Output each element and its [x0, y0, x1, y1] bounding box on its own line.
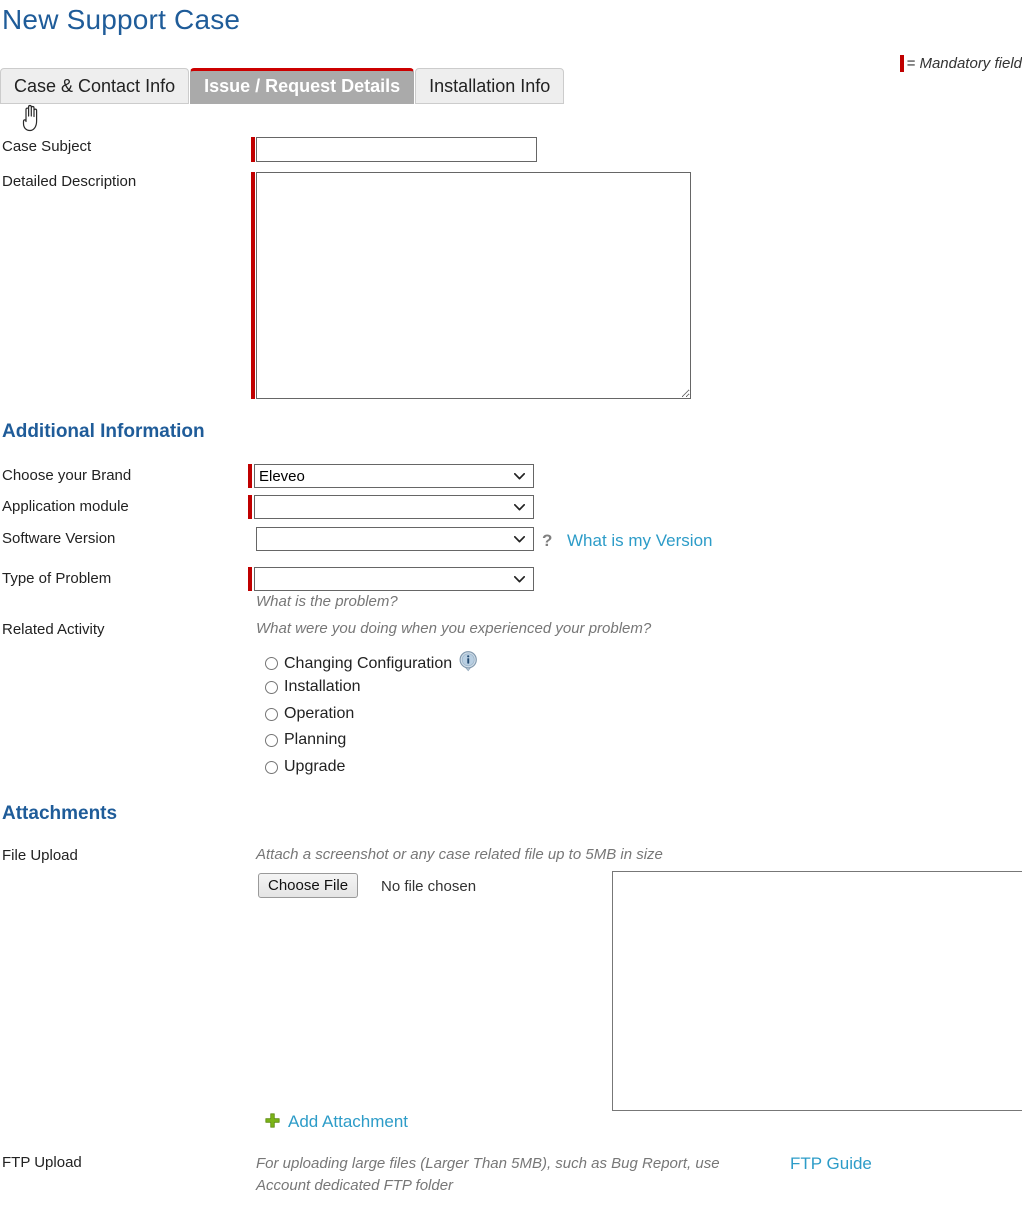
- chosen-file-name: No file chosen: [381, 878, 477, 895]
- radio-upgrade[interactable]: [265, 760, 278, 774]
- brand-label: Choose your Brand: [2, 467, 132, 484]
- radio-changing-configuration[interactable]: [265, 657, 278, 670]
- question-mark-icon: ?: [542, 531, 553, 550]
- mandatory-field-legend: = Mandatory field: [899, 55, 1022, 72]
- brand-select[interactable]: Eleveo: [254, 464, 534, 488]
- mandatory-bar-icon: [899, 55, 904, 72]
- radio-label-planning: Planning: [284, 731, 347, 748]
- radio-planning[interactable]: [265, 733, 278, 747]
- info-icon[interactable]: [459, 651, 478, 676]
- tab-case-contact-info[interactable]: Case & Contact Info: [0, 68, 190, 104]
- radio-label-operation: Operation: [284, 705, 355, 722]
- software-version-select[interactable]: [256, 527, 534, 551]
- radio-installation[interactable]: [265, 680, 278, 694]
- related-activity-option-upgrade[interactable]: Upgrade: [265, 758, 345, 776]
- tab-installation-info[interactable]: Installation Info: [415, 68, 565, 104]
- radio-label-changing-configuration: Changing Configuration: [284, 654, 453, 672]
- application-module-select-wrap[interactable]: [254, 495, 534, 519]
- type-of-problem-label: Type of Problem: [2, 570, 112, 587]
- what-is-my-version-link[interactable]: What is my Version: [567, 531, 713, 551]
- type-of-problem-select-wrap[interactable]: [254, 567, 534, 591]
- radio-operation[interactable]: [265, 707, 278, 721]
- related-activity-option-installation[interactable]: Installation: [265, 678, 361, 696]
- type-of-problem-mandatory-bar: [248, 567, 252, 591]
- case-subject-mandatory-bar: [251, 137, 255, 162]
- detailed-description-label: Detailed Description: [2, 173, 137, 190]
- application-module-label: Application module: [2, 498, 129, 515]
- related-activity-label: Related Activity: [2, 621, 105, 638]
- attachments-heading: Attachments: [2, 803, 118, 824]
- additional-information-heading: Additional Information: [2, 421, 205, 442]
- type-of-problem-helper: What is the problem?: [256, 593, 398, 610]
- related-activity-helper: What were you doing when you experienced…: [256, 620, 652, 637]
- detailed-description-textarea[interactable]: [256, 172, 691, 399]
- attachment-list-box[interactable]: [612, 871, 1022, 1111]
- mandatory-legend-label: = Mandatory field: [906, 55, 1022, 72]
- radio-label-installation: Installation: [284, 678, 361, 695]
- file-upload-helper: Attach a screenshot or any case related …: [256, 846, 663, 863]
- pointing-hand-cursor-icon: [18, 100, 48, 134]
- ftp-upload-label: FTP Upload: [2, 1154, 82, 1171]
- brand-mandatory-bar: [248, 464, 252, 488]
- add-attachment-link-wrap[interactable]: Add Attachment: [265, 1112, 408, 1132]
- software-version-select-wrap[interactable]: [256, 527, 534, 551]
- tab-bar[interactable]: Case & Contact Info Issue / Request Deta…: [0, 68, 565, 104]
- related-activity-option-operation[interactable]: Operation: [265, 705, 354, 723]
- software-version-label: Software Version: [2, 530, 116, 547]
- related-activity-option-changing-configuration[interactable]: Changing Configuration: [265, 651, 478, 676]
- brand-select-wrap[interactable]: Eleveo: [254, 464, 534, 488]
- tab-issue-request-details[interactable]: Issue / Request Details: [190, 68, 415, 104]
- related-activity-option-planning[interactable]: Planning: [265, 731, 346, 749]
- page-title: New Support Case: [2, 4, 241, 35]
- add-attachment-link[interactable]: Add Attachment: [288, 1112, 408, 1132]
- case-subject-label: Case Subject: [2, 138, 92, 155]
- ftp-upload-description: For uploading large files (Larger Than 5…: [256, 1155, 720, 1194]
- choose-file-button[interactable]: Choose File: [258, 873, 359, 898]
- type-of-problem-select[interactable]: [254, 567, 534, 591]
- radio-label-upgrade: Upgrade: [284, 758, 346, 775]
- application-module-mandatory-bar: [248, 495, 252, 519]
- detailed-description-mandatory-bar: [251, 172, 255, 399]
- case-subject-input[interactable]: [256, 137, 537, 162]
- ftp-guide-link[interactable]: FTP Guide: [790, 1154, 872, 1174]
- application-module-select[interactable]: [254, 495, 534, 519]
- file-upload-label: File Upload: [2, 847, 78, 864]
- plus-icon: [265, 1112, 280, 1132]
